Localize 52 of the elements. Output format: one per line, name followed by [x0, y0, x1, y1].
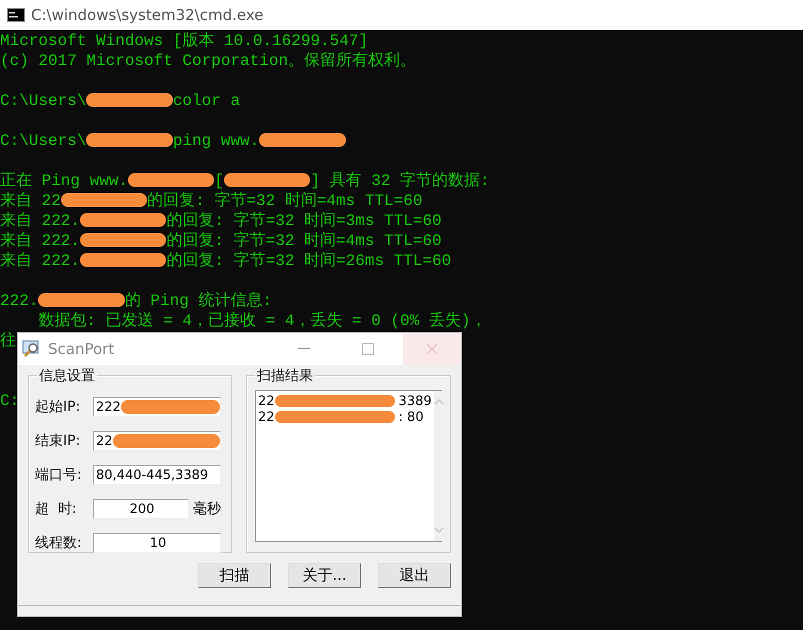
- console-text: 正在 Ping www.: [0, 172, 128, 190]
- console-text: 来自 22: [0, 192, 61, 210]
- field-label: 线程数:: [35, 534, 83, 552]
- console-text: 往: [0, 332, 16, 350]
- unit-label: 毫秒: [193, 500, 221, 518]
- group-title: 信息设置: [37, 367, 97, 385]
- result-text: 22: [258, 394, 275, 408]
- minimize-icon: [298, 348, 310, 350]
- maximize-icon: [362, 343, 374, 355]
- input-field[interactable]: 80,440-445,3389: [93, 465, 221, 485]
- dialog-button[interactable]: 扫描: [198, 563, 271, 588]
- console-text: 数据包: 已发送 = 4，已接收 = 4，丢失 = 0 (0% 丢失)，: [37, 312, 486, 330]
- field-label: 端口号:: [35, 466, 83, 484]
- dialog-title: ScanPort: [48, 340, 114, 358]
- dialog-button[interactable]: 关于...: [288, 563, 361, 588]
- scrollbar[interactable]: [434, 391, 444, 541]
- console-icon: [7, 8, 25, 22]
- console-text: 来自 222.: [0, 212, 80, 230]
- close-icon: [426, 343, 438, 355]
- console-text: Microsoft Windows [版本 10.0.16299.547]: [0, 32, 368, 50]
- console-text: (c) 2017 Microsoft Corporation。保留所有权利。: [0, 52, 416, 70]
- console-text: C:\Users\: [0, 132, 86, 150]
- dialog-button[interactable]: 退出: [378, 563, 451, 588]
- console-text: 的回复: 字节=32 时间=4ms TTL=60: [147, 192, 422, 210]
- console-text: 的回复: 字节=32 时间=4ms TTL=60: [166, 232, 442, 250]
- field-label: 超 时:: [35, 500, 78, 518]
- console-text: [: [214, 172, 224, 190]
- close-button[interactable]: [403, 333, 461, 365]
- window-title: C:\windows\system32\cmd.exe: [31, 6, 264, 24]
- console-text: ping www.: [172, 132, 260, 150]
- console-text: ] 具有 32 字节的数据:: [310, 172, 490, 190]
- console-text: 的 Ping 统计信息:: [124, 292, 272, 310]
- result-text: : 80: [398, 410, 424, 424]
- field-label: 结束IP:: [35, 432, 82, 450]
- console-text: 的回复: 字节=32 时间=3ms TTL=60: [166, 212, 442, 230]
- scroll-up-icon: [434, 399, 444, 405]
- input-field[interactable]: 222: [93, 397, 221, 417]
- console-text: color a: [172, 92, 240, 110]
- console-text: 来自 222.: [0, 252, 80, 270]
- scroll-down-icon: [434, 527, 444, 533]
- input-field[interactable]: 10: [93, 533, 221, 553]
- result-text: 3389: [398, 394, 432, 408]
- input-field[interactable]: 200: [93, 499, 189, 519]
- result-text: 22: [258, 410, 275, 424]
- console-text: 222.: [0, 292, 38, 310]
- group-title: 扫描结果: [255, 367, 315, 385]
- console-text: C:\Users\: [0, 92, 86, 110]
- field-label: 起始IP:: [35, 398, 82, 416]
- console-text: 来自 222.: [0, 232, 80, 250]
- console-text: C:: [0, 392, 20, 410]
- console-text: 的回复: 字节=32 时间=26ms TTL=60: [166, 252, 452, 270]
- input-field[interactable]: 22: [93, 431, 221, 451]
